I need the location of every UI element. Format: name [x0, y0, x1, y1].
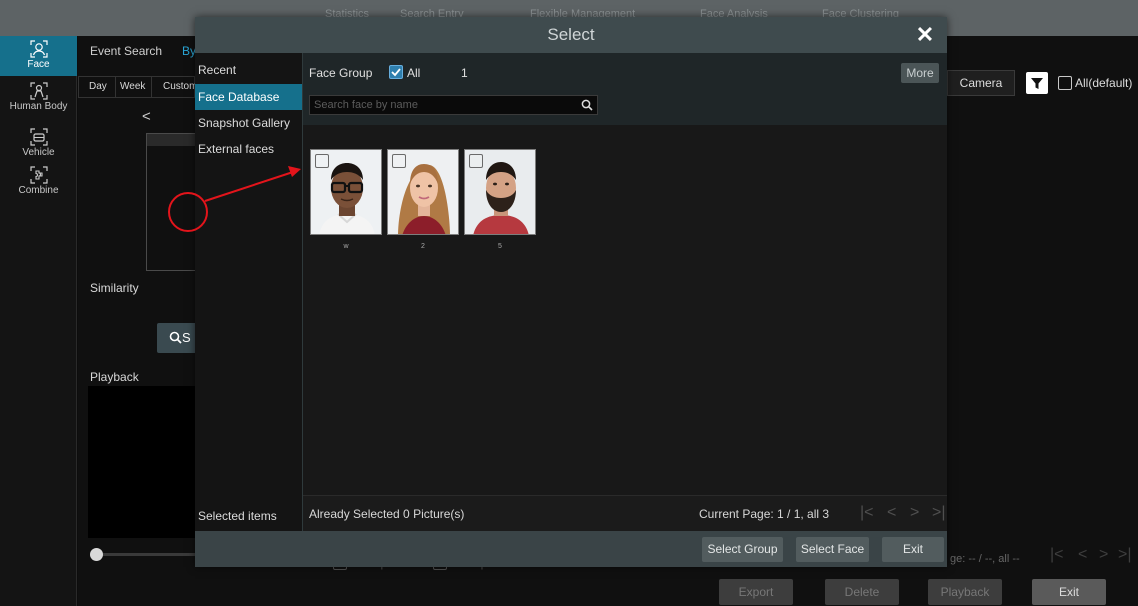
source-item-snapshot-gallery[interactable]: Snapshot Gallery — [195, 110, 302, 136]
face-name: 5 — [498, 243, 502, 250]
face-select-checkbox[interactable] — [469, 154, 483, 168]
all-default-label: All(default) — [1075, 76, 1133, 90]
source-item-external-faces[interactable]: External faces — [195, 136, 302, 162]
delete-button[interactable]: Delete — [825, 579, 899, 605]
tab-by[interactable]: By — [182, 44, 196, 58]
export-button[interactable]: Export — [719, 579, 793, 605]
select-face-button[interactable]: Select Face — [796, 537, 869, 562]
sidebar-item-label: Human Body — [9, 101, 68, 112]
search-button[interactable]: S — [157, 323, 197, 353]
combine-icon — [29, 166, 48, 184]
face-thumbnail[interactable] — [310, 149, 382, 235]
face-name: w — [343, 243, 349, 250]
human-body-icon — [29, 82, 48, 100]
vehicle-icon — [29, 128, 48, 146]
next-page-icon[interactable]: > — [910, 504, 919, 522]
selected-items-label[interactable]: Selected items — [195, 503, 302, 529]
first-page-icon[interactable]: |< — [860, 504, 874, 522]
prev-arrow[interactable]: < — [142, 108, 151, 125]
source-item-face-database[interactable]: Face Database — [195, 84, 302, 110]
face-group-header: Face Group All 1 More — [303, 53, 947, 125]
tab-event-search[interactable]: Event Search — [90, 44, 162, 58]
close-icon[interactable]: ✕ — [913, 23, 937, 47]
filter-icon — [1031, 78, 1043, 89]
prev-page-icon[interactable]: < — [1078, 546, 1087, 564]
dialog-title: Select — [195, 17, 947, 53]
range-selector: Day Week Custom — [78, 76, 197, 98]
face-select-checkbox[interactable] — [392, 154, 406, 168]
playback-button[interactable]: Playback — [928, 579, 1002, 605]
face-thumbnail[interactable] — [387, 149, 459, 235]
similarity-label: Similarity — [90, 281, 139, 295]
range-day[interactable]: Day — [89, 81, 107, 92]
face-name: 2 — [421, 243, 425, 250]
sidebar-item-combine[interactable]: Combine — [0, 166, 77, 202]
face-group-label: Face Group — [309, 66, 373, 80]
sidebar-item-label: Combine — [18, 185, 59, 196]
sidebar-item-human-body[interactable]: Human Body — [0, 82, 77, 118]
range-custom[interactable]: Custom — [163, 81, 197, 92]
next-page-icon[interactable]: > — [1099, 546, 1108, 564]
face-icon — [29, 40, 48, 58]
dialog-exit-button[interactable]: Exit — [882, 537, 944, 562]
last-page-icon[interactable]: >| — [932, 504, 946, 522]
sidebar-item-face[interactable]: Face — [0, 36, 77, 76]
camera-button[interactable]: Camera — [947, 70, 1015, 96]
all-label: All — [407, 66, 421, 80]
face-thumbnail[interactable] — [464, 149, 536, 235]
dialog-button-bar: Select Group Select Face Exit — [195, 531, 947, 567]
search-icon[interactable] — [581, 99, 593, 111]
all-default-checkbox[interactable] — [1058, 76, 1072, 90]
source-list: Recent Face Database Snapshot Gallery Ex… — [195, 53, 302, 531]
range-week[interactable]: Week — [120, 81, 145, 92]
page-exit-button[interactable]: Exit — [1032, 579, 1106, 605]
current-page-text: Current Page: 1 / 1, all 3 — [699, 507, 830, 521]
sidebar-item-vehicle[interactable]: Vehicle — [0, 128, 77, 160]
all-group-checkbox[interactable] — [389, 65, 403, 79]
face-database-panel: Face Group All 1 More Search face by nam… — [303, 53, 947, 531]
left-icon-bar: Face Human Body Vehicle Combine — [0, 36, 77, 606]
select-group-button[interactable]: Select Group — [702, 537, 783, 562]
last-page-icon[interactable]: >| — [1118, 546, 1132, 564]
more-button[interactable]: More — [901, 63, 939, 83]
sidebar-item-label: Face — [27, 59, 50, 70]
search-icon — [169, 331, 182, 344]
source-item-recent[interactable]: Recent — [195, 57, 302, 83]
already-selected-text: Already Selected 0 Picture(s) — [309, 507, 465, 521]
group-count: 1 — [461, 66, 468, 80]
select-dialog: Select ✕ Recent Face Database Snapshot G… — [195, 17, 947, 567]
filter-button[interactable] — [1026, 72, 1048, 94]
sidebar-item-label: Vehicle — [22, 147, 55, 158]
prev-page-icon[interactable]: < — [887, 504, 896, 522]
page-info: ge: -- / --, all -- — [950, 553, 1020, 565]
playback-label: Playback — [90, 370, 139, 384]
selection-status-bar: Already Selected 0 Picture(s) Current Pa… — [303, 495, 947, 531]
first-page-icon[interactable]: |< — [1050, 546, 1064, 564]
face-select-checkbox[interactable] — [315, 154, 329, 168]
search-face-input[interactable] — [309, 95, 598, 115]
playback-video-area[interactable] — [88, 386, 196, 538]
slider-handle[interactable] — [90, 548, 103, 561]
check-icon — [391, 68, 401, 77]
playback-slider[interactable] — [90, 548, 195, 561]
